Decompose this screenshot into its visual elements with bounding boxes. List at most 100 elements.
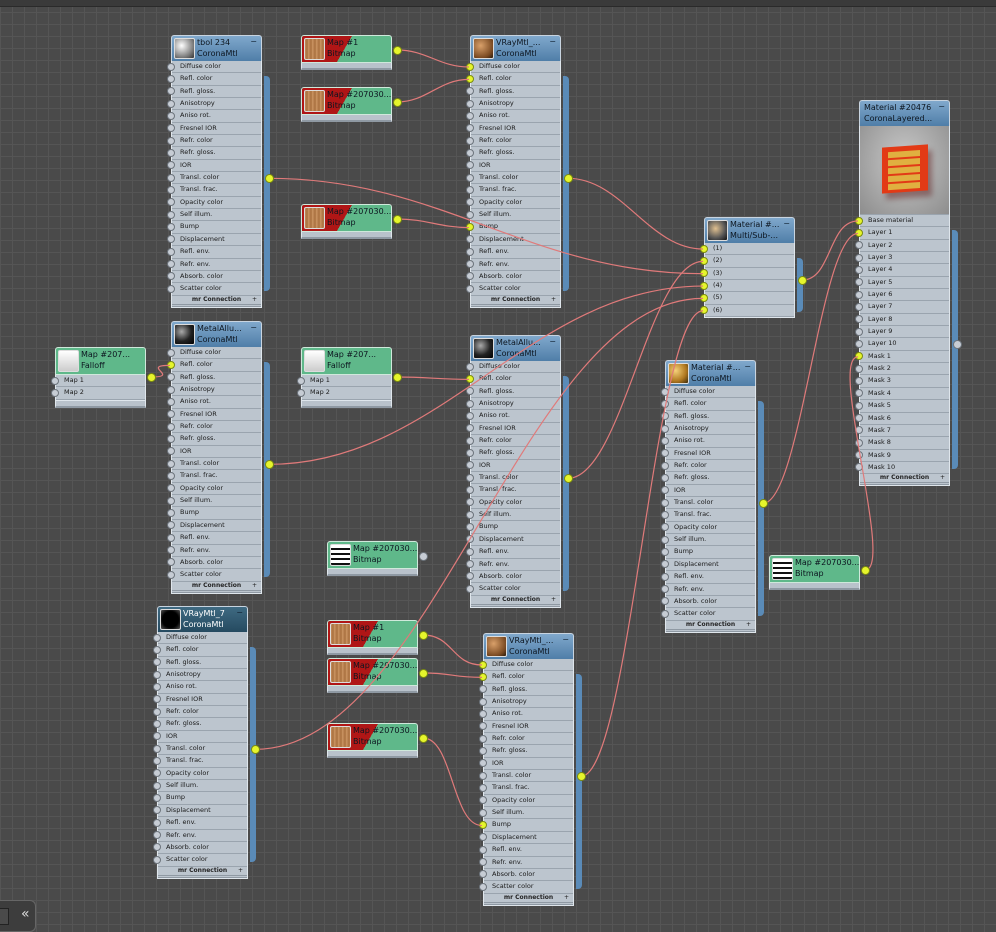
slot-row[interactable]: Self illum.: [466, 209, 560, 222]
slot-row[interactable]: Bump: [466, 521, 560, 534]
slot-row[interactable]: Transl. color: [167, 172, 261, 185]
slot-row[interactable]: Anisotropy: [153, 669, 247, 682]
minimize-button[interactable]: −: [744, 362, 751, 371]
slot-row[interactable]: Layer 2: [855, 240, 949, 253]
input-socket[interactable]: [466, 210, 474, 219]
slot-row[interactable]: IOR: [661, 485, 755, 498]
input-socket[interactable]: [167, 148, 175, 157]
input-socket[interactable]: [479, 746, 487, 755]
slot-row[interactable]: Transl. frac.: [167, 470, 261, 483]
input-socket[interactable]: [466, 198, 474, 207]
input-socket[interactable]: [167, 161, 175, 170]
slot-row[interactable]: Scatter color: [479, 881, 573, 894]
slot-row[interactable]: Refr. env.: [661, 584, 755, 596]
input-socket[interactable]: [855, 278, 863, 287]
input-socket[interactable]: [167, 173, 175, 182]
map-node[interactable]: Map #207030... Bitmap: [301, 204, 392, 239]
slot-row[interactable]: Refr. env.: [479, 857, 573, 869]
input-socket[interactable]: [167, 385, 175, 394]
input-socket[interactable]: [479, 882, 487, 891]
input-socket[interactable]: [297, 376, 305, 385]
input-socket[interactable]: [700, 269, 708, 278]
slot-row[interactable]: Layer 6: [855, 289, 949, 302]
input-socket[interactable]: [466, 185, 474, 194]
slot-row[interactable]: Opacity color: [479, 795, 573, 808]
slot-row[interactable]: (3): [700, 268, 794, 281]
map-node[interactable]: Map #207... Falloff Map 1 Map 2: [51, 347, 146, 408]
connection-wire[interactable]: [801, 220, 859, 281]
input-socket[interactable]: [661, 597, 669, 606]
slot-row[interactable]: Opacity color: [661, 522, 755, 535]
slot-row[interactable]: Aniso rot.: [466, 110, 560, 123]
input-socket[interactable]: [153, 793, 161, 802]
slot-row[interactable]: Absorb. color: [153, 842, 247, 855]
slot-row[interactable]: Aniso rot.: [153, 681, 247, 694]
slot-row[interactable]: Refr. color: [479, 733, 573, 746]
input-socket[interactable]: [479, 845, 487, 854]
slot-row[interactable]: Anisotropy: [167, 384, 261, 397]
slot-row[interactable]: Diffuse color: [479, 659, 573, 672]
node-header[interactable]: Map #207030... Bitmap: [769, 555, 860, 583]
input-socket[interactable]: [153, 670, 161, 679]
material-node[interactable]: Material #... CoronaMtl − Diffuse color Refl…: [661, 360, 756, 633]
minimize-button[interactable]: −: [250, 323, 257, 332]
slot-row[interactable]: IOR: [167, 160, 261, 173]
output-socket[interactable]: [758, 498, 768, 508]
slot-row[interactable]: Mask 1: [855, 351, 949, 364]
input-socket[interactable]: [855, 451, 863, 460]
input-socket[interactable]: [466, 148, 474, 157]
input-socket[interactable]: [466, 124, 474, 133]
input-socket[interactable]: [466, 161, 474, 170]
slot-row[interactable]: Transl. color: [167, 458, 261, 471]
node-header[interactable]: Map #207... Falloff: [55, 347, 146, 375]
input-socket[interactable]: [153, 831, 161, 839]
slot-row[interactable]: Self illum.: [661, 534, 755, 547]
input-socket[interactable]: [466, 284, 474, 293]
slot-row[interactable]: Layer 8: [855, 314, 949, 327]
slot-row[interactable]: Bump: [153, 792, 247, 805]
input-socket[interactable]: [661, 609, 669, 618]
map-node[interactable]: Map #207030... Bitmap: [769, 555, 860, 590]
output-socket[interactable]: [392, 45, 402, 55]
input-socket[interactable]: [466, 584, 474, 593]
slot-row[interactable]: Layer 9: [855, 326, 949, 339]
expand-icon[interactable]: +: [238, 867, 243, 875]
slot-row[interactable]: Fresnel IOR: [661, 448, 755, 461]
map-node[interactable]: Map #207... Falloff Map 1 Map 2: [297, 347, 392, 408]
connection-wire[interactable]: [396, 376, 470, 380]
slot-row[interactable]: Aniso rot.: [661, 435, 755, 448]
slot-row[interactable]: Transl. color: [661, 497, 755, 510]
input-socket[interactable]: [167, 459, 175, 468]
slot-row[interactable]: Displacement: [466, 534, 560, 547]
slot-row[interactable]: Opacity color: [466, 497, 560, 510]
input-socket[interactable]: [479, 722, 487, 731]
expand-icon[interactable]: +: [551, 596, 556, 604]
output-socket[interactable]: [563, 473, 573, 483]
slot-row[interactable]: Refr. gloss.: [167, 147, 261, 160]
slot-row[interactable]: Refr. env.: [466, 559, 560, 571]
input-socket[interactable]: [479, 771, 487, 780]
slot-row[interactable]: Refl. color: [466, 73, 560, 86]
slot-row[interactable]: Refr. color: [466, 135, 560, 148]
input-socket[interactable]: [479, 820, 487, 829]
input-socket[interactable]: [661, 473, 669, 482]
slot-row[interactable]: Fresnel IOR: [479, 721, 573, 734]
input-socket[interactable]: [167, 222, 175, 231]
input-socket[interactable]: [167, 185, 175, 194]
input-socket[interactable]: [167, 260, 175, 268]
input-socket[interactable]: [153, 658, 161, 667]
slot-row[interactable]: Displacement: [167, 520, 261, 533]
input-socket[interactable]: [479, 672, 487, 681]
material-node[interactable]: VRayMtl_7 CoronaMtl − Diffuse color Refl. co…: [153, 606, 248, 879]
input-socket[interactable]: [661, 424, 669, 433]
slot-row[interactable]: Refr. gloss.: [153, 718, 247, 731]
node-header[interactable]: Material #... CoronaMtl −: [665, 360, 756, 386]
input-socket[interactable]: [700, 293, 708, 302]
input-socket[interactable]: [153, 707, 161, 716]
input-socket[interactable]: [661, 560, 669, 569]
input-socket[interactable]: [297, 388, 305, 397]
minimize-button[interactable]: −: [783, 219, 790, 228]
input-socket[interactable]: [466, 448, 474, 457]
slot-row[interactable]: Self illum.: [167, 209, 261, 222]
input-socket[interactable]: [153, 744, 161, 753]
